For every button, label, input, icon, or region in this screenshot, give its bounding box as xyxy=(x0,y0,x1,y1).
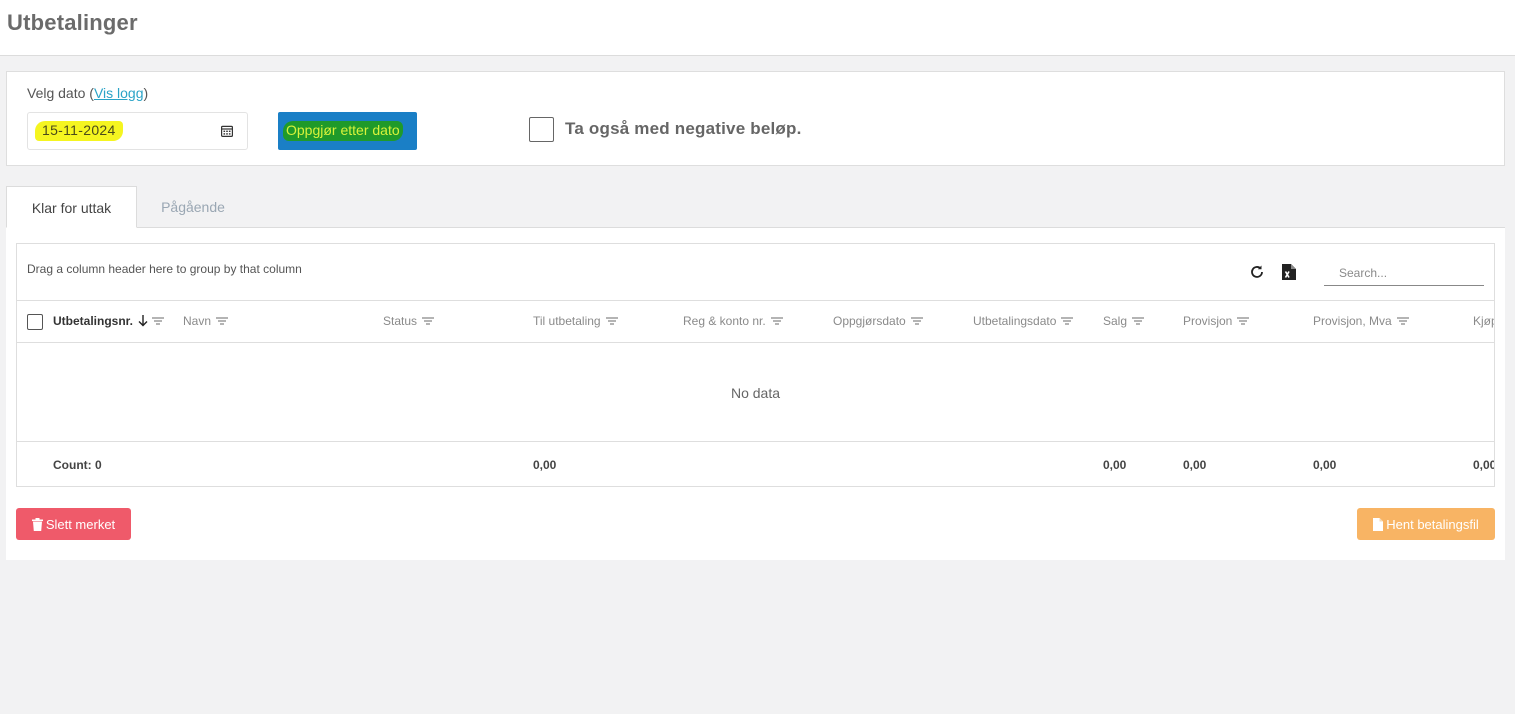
column-header-til-utbetaling[interactable]: Til utbetaling xyxy=(533,314,618,328)
column-label: Provisjon xyxy=(1183,314,1233,328)
column-label: Provisjon, Mva xyxy=(1313,314,1392,328)
column-header-oppgjorsdato[interactable]: Oppgjørsdato xyxy=(833,314,923,328)
page-title: Utbetalinger xyxy=(7,10,138,35)
group-panel[interactable]: Drag a column header here to group by th… xyxy=(17,244,1494,301)
column-header-navn[interactable]: Navn xyxy=(183,314,229,328)
column-header-kjop[interactable]: Kjøp xyxy=(1473,314,1494,328)
refresh-icon[interactable] xyxy=(1249,264,1265,280)
column-label: Til utbetaling xyxy=(533,314,601,328)
include-negative-label: Ta også med negative beløp. xyxy=(565,119,802,138)
column-label: Kjøp xyxy=(1473,314,1494,328)
search-input[interactable] xyxy=(1324,260,1484,286)
filter-icon[interactable] xyxy=(605,316,618,326)
grid-summary-row: Count: 0 0,00 0,00 0,00 0,00 0,00 xyxy=(17,441,1495,486)
column-label: Reg & konto nr. xyxy=(683,314,766,328)
column-header-utbetalingsnr[interactable]: Utbetalingsnr. xyxy=(53,314,165,328)
date-value[interactable]: 15-11-2024 xyxy=(35,121,123,141)
select-all-checkbox[interactable] xyxy=(27,314,43,330)
delete-marked-label: Slett merket xyxy=(45,516,116,532)
filter-icon[interactable] xyxy=(910,316,923,326)
column-header-reg-konto[interactable]: Reg & konto nr. xyxy=(683,314,783,328)
filter-icon[interactable] xyxy=(1061,316,1074,326)
column-header-utbetalingsdato[interactable]: Utbetalingsdato xyxy=(973,314,1074,328)
total-provisjon-mva: 0,00 xyxy=(1313,458,1337,472)
file-icon xyxy=(1373,517,1384,531)
settle-by-date-label: Oppgjør etter dato xyxy=(283,121,403,141)
total-count: Count: 0 xyxy=(53,458,102,472)
filter-icon[interactable] xyxy=(1132,316,1145,326)
fetch-payment-file-button[interactable]: Hent betalingsfil xyxy=(1357,508,1495,540)
filter-icon[interactable] xyxy=(1396,316,1409,326)
column-label: Navn xyxy=(183,314,212,328)
excel-export-icon[interactable] xyxy=(1282,264,1296,280)
total-provisjon: 0,00 xyxy=(1183,458,1207,472)
column-label: Status xyxy=(383,314,418,328)
total-kjop: 0,00 xyxy=(1473,458,1495,472)
settle-by-date-button[interactable]: Oppgjør etter dato xyxy=(278,112,417,150)
column-label: Utbetalingsnr. xyxy=(53,314,134,328)
grid-header-row: Utbetalingsnr. Navn Status Til utbetalin… xyxy=(17,301,1494,343)
date-label-prefix: Velg dato ( xyxy=(27,85,94,101)
total-salg: 0,00 xyxy=(1103,458,1127,472)
column-header-provisjon[interactable]: Provisjon xyxy=(1183,314,1250,328)
column-label: Salg xyxy=(1103,314,1128,328)
group-hint: Drag a column header here to group by th… xyxy=(27,262,302,276)
tab-ready-for-withdrawal[interactable]: Klar for uttak xyxy=(6,186,137,228)
filter-card: Velg dato (Vis logg) 15-11-2024 Oppgjør … xyxy=(6,71,1505,166)
column-label: Oppgjørsdato xyxy=(833,314,906,328)
filter-icon[interactable] xyxy=(1237,316,1250,326)
fetch-payment-file-label: Hent betalingsfil xyxy=(1386,516,1479,532)
tab-content: Drag a column header here to group by th… xyxy=(6,228,1505,560)
tab-in-progress[interactable]: Pågående xyxy=(143,186,243,228)
column-header-status[interactable]: Status xyxy=(383,314,435,328)
no-data-message: No data xyxy=(730,385,781,401)
column-label: Utbetalingsdato xyxy=(973,314,1057,328)
top-bar: Utbetalinger xyxy=(0,0,1515,56)
include-negative-checkbox[interactable] xyxy=(529,117,554,142)
filter-icon[interactable] xyxy=(422,316,435,326)
view-log-link[interactable]: Vis logg xyxy=(94,85,144,101)
payouts-grid: Drag a column header here to group by th… xyxy=(16,243,1495,487)
calendar-icon[interactable] xyxy=(221,125,233,137)
filter-icon[interactable] xyxy=(152,316,165,326)
sort-desc-icon xyxy=(138,315,148,327)
total-til-utbetaling: 0,00 xyxy=(533,458,557,472)
date-label-suffix: ) xyxy=(143,85,149,101)
column-header-provisjon-mva[interactable]: Provisjon, Mva xyxy=(1313,314,1409,328)
delete-marked-button[interactable]: Slett merket xyxy=(16,508,131,540)
column-header-salg[interactable]: Salg xyxy=(1103,314,1145,328)
filter-icon[interactable] xyxy=(770,316,783,326)
date-label: Velg dato (Vis logg) xyxy=(27,85,148,101)
tab-bar: Klar for uttak Pågående xyxy=(6,186,1505,228)
filter-icon[interactable] xyxy=(216,316,229,326)
trash-icon xyxy=(31,517,43,531)
date-picker[interactable]: 15-11-2024 xyxy=(27,112,248,150)
